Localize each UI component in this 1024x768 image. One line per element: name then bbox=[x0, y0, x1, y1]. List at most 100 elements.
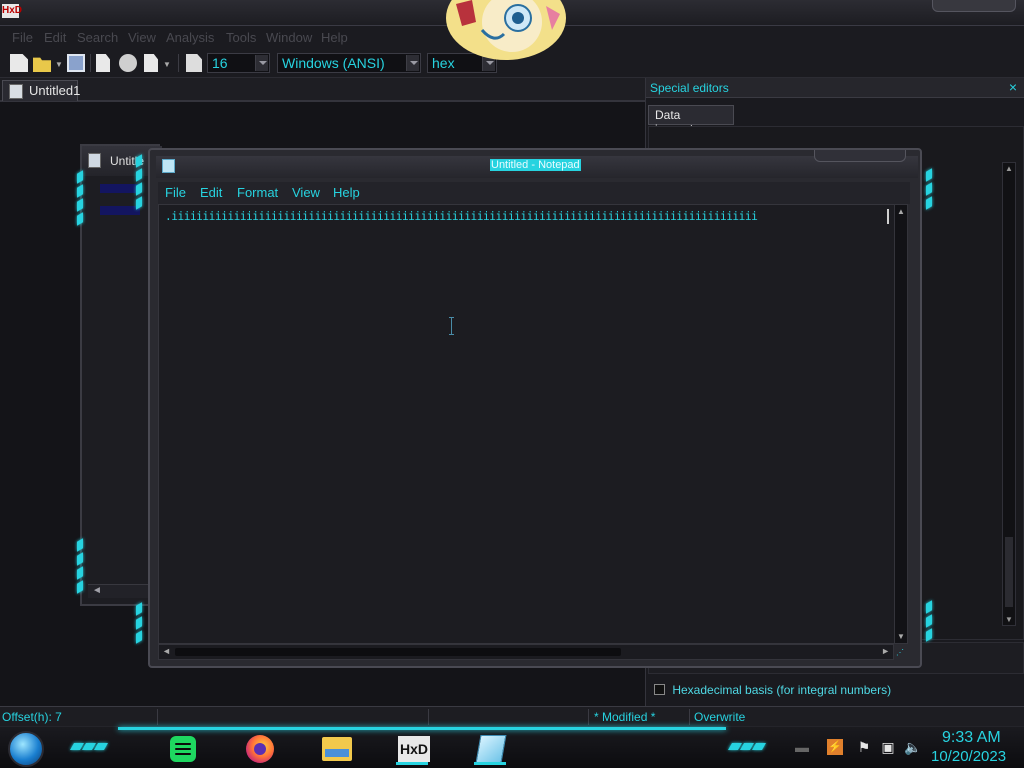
show-hidden-icons-icon[interactable]: ▬ bbox=[794, 739, 810, 755]
document-tab-bar: Untitled1 bbox=[0, 78, 645, 102]
theme-mascot-image bbox=[446, 0, 566, 60]
notepad-menu-view[interactable]: View bbox=[292, 185, 320, 200]
notepad-horizontal-scrollbar[interactable]: ◄ ► bbox=[158, 644, 894, 660]
file-explorer-icon bbox=[322, 737, 352, 761]
taskbar-firefox[interactable] bbox=[240, 731, 276, 765]
taskbar-notepad[interactable] bbox=[472, 731, 508, 765]
scroll-up-icon[interactable]: ▲ bbox=[1005, 164, 1013, 173]
status-modified: * Modified * bbox=[594, 710, 656, 724]
notepad-window-controls[interactable] bbox=[814, 150, 906, 162]
active-indicator bbox=[474, 762, 506, 765]
status-bar: Offset(h): 7 * Modified * Overwrite bbox=[0, 706, 1024, 726]
special-editors-title: Special editors bbox=[650, 81, 729, 95]
taskbar-file-explorer[interactable] bbox=[318, 731, 354, 765]
menu-edit[interactable]: Edit bbox=[44, 30, 66, 45]
start-button[interactable] bbox=[8, 731, 44, 767]
tools-dropdown-icon[interactable]: ▼ bbox=[163, 60, 171, 69]
menu-window[interactable]: Window bbox=[266, 30, 312, 45]
scroll-thumb[interactable] bbox=[175, 648, 621, 656]
menu-help[interactable]: Help bbox=[321, 30, 348, 45]
theme-decoration bbox=[926, 168, 932, 212]
theme-decoration bbox=[926, 600, 932, 644]
open-disk-icon[interactable] bbox=[96, 54, 110, 72]
hex-basis-label: Hexadecimal basis (for integral numbers) bbox=[672, 683, 892, 697]
special-editors-header: Special editors × bbox=[646, 78, 1024, 98]
status-offset: Offset(h): 7 bbox=[2, 710, 62, 724]
chevron-down-icon[interactable] bbox=[406, 55, 419, 71]
text-caret bbox=[887, 209, 889, 224]
notepad-menu-help[interactable]: Help bbox=[333, 185, 360, 200]
firefox-icon bbox=[246, 735, 274, 763]
new-file-icon[interactable] bbox=[10, 54, 28, 72]
notepad-menu-format[interactable]: Format bbox=[237, 185, 278, 200]
notepad-icon[interactable] bbox=[162, 159, 175, 173]
status-separator bbox=[428, 709, 429, 725]
status-separator bbox=[157, 709, 158, 725]
hxd-icon: HxD bbox=[398, 736, 430, 762]
scroll-up-icon[interactable]: ▲ bbox=[897, 207, 905, 216]
save-icon[interactable] bbox=[67, 54, 85, 72]
hex-row[interactable] bbox=[100, 184, 140, 193]
clock-time[interactable]: 9:33 AM bbox=[942, 729, 1001, 747]
bytes-per-row-value: 16 bbox=[212, 55, 228, 71]
menu-file[interactable]: File bbox=[12, 30, 33, 45]
charset-select[interactable]: Windows (ANSI) bbox=[277, 53, 421, 73]
hex-document-icon bbox=[9, 84, 23, 99]
tray-app-icon[interactable]: ⚡ bbox=[827, 739, 843, 755]
hex-basis-checkbox[interactable] bbox=[654, 684, 665, 695]
notepad-vertical-scrollbar[interactable]: ▲ ▼ bbox=[894, 204, 908, 644]
taskbar-hxd[interactable]: HxD bbox=[394, 731, 430, 765]
toolbar-separator bbox=[178, 54, 179, 72]
window-controls[interactable] bbox=[932, 0, 1016, 12]
hex-document-icon bbox=[88, 153, 101, 168]
theme-decoration bbox=[69, 738, 109, 753]
taskbar: HxD ▬ ⚡ ⚑ ▣ 🔈 bbox=[0, 726, 1024, 768]
hxd-app-icon[interactable]: HxD bbox=[2, 4, 22, 18]
scroll-down-icon[interactable]: ▼ bbox=[897, 632, 905, 641]
notepad-menu-file[interactable]: File bbox=[165, 185, 186, 200]
scroll-left-icon[interactable]: ◄ bbox=[162, 646, 171, 656]
open-folder-icon[interactable] bbox=[33, 57, 51, 72]
clock-date[interactable]: 10/20/2023 bbox=[931, 748, 1006, 765]
tools-icon[interactable] bbox=[144, 54, 158, 72]
charset-value: Windows (ANSI) bbox=[282, 55, 385, 71]
spotify-icon bbox=[170, 736, 196, 762]
tab-label: Untitled1 bbox=[29, 83, 81, 98]
close-icon[interactable]: × bbox=[1009, 79, 1017, 95]
theme-decoration bbox=[77, 170, 83, 228]
scroll-down-icon[interactable]: ▼ bbox=[1005, 615, 1013, 624]
network-icon[interactable]: ▣ bbox=[880, 739, 896, 755]
theme-decoration bbox=[136, 602, 142, 646]
ibeam-cursor-icon bbox=[449, 317, 454, 335]
scroll-right-icon[interactable]: ► bbox=[881, 646, 890, 656]
scroll-thumb[interactable] bbox=[1005, 537, 1013, 607]
open-ram-icon[interactable] bbox=[119, 54, 137, 72]
volume-icon[interactable]: 🔈 bbox=[904, 739, 921, 755]
open-dropdown-icon[interactable]: ▼ bbox=[55, 60, 63, 69]
hex-basis-option[interactable]: Hexadecimal basis (for integral numbers) bbox=[654, 683, 891, 697]
notepad-menu-bar: File Edit Format View Help bbox=[158, 182, 910, 204]
window-icon[interactable] bbox=[186, 54, 202, 72]
bytes-per-row-select[interactable]: 16 bbox=[207, 53, 270, 73]
status-separator bbox=[588, 709, 589, 725]
theme-decoration bbox=[136, 154, 142, 212]
notepad-text-area[interactable]: .iiiiiiiiiiiiiiiiiiiiiiiiiiiiiiiiiiiiiii… bbox=[158, 204, 895, 644]
notepad-content: .iiiiiiiiiiiiiiiiiiiiiiiiiiiiiiiiiiiiiii… bbox=[165, 210, 758, 223]
flag-icon[interactable]: ⚑ bbox=[856, 739, 872, 755]
status-mode[interactable]: Overwrite bbox=[694, 710, 745, 724]
resize-grip-icon[interactable]: ⋰ bbox=[896, 648, 908, 660]
vertical-scrollbar[interactable]: ▲ ▼ bbox=[1002, 162, 1016, 626]
tab-data-inspector[interactable]: Data inspector bbox=[648, 105, 734, 136]
hex-row[interactable] bbox=[100, 206, 140, 215]
chevron-down-icon[interactable] bbox=[255, 55, 268, 71]
taskbar-spotify[interactable] bbox=[161, 731, 197, 765]
tab-untitled1[interactable]: Untitled1 bbox=[2, 80, 81, 101]
menu-tools[interactable]: Tools bbox=[226, 30, 256, 45]
menu-search[interactable]: Search bbox=[77, 30, 118, 45]
status-separator bbox=[689, 709, 690, 725]
notepad-title: Untitled - Notepad bbox=[490, 159, 581, 171]
notepad-menu-edit[interactable]: Edit bbox=[200, 185, 222, 200]
menu-view[interactable]: View bbox=[128, 30, 156, 45]
menu-analysis[interactable]: Analysis bbox=[166, 30, 214, 45]
active-indicator bbox=[396, 762, 428, 765]
